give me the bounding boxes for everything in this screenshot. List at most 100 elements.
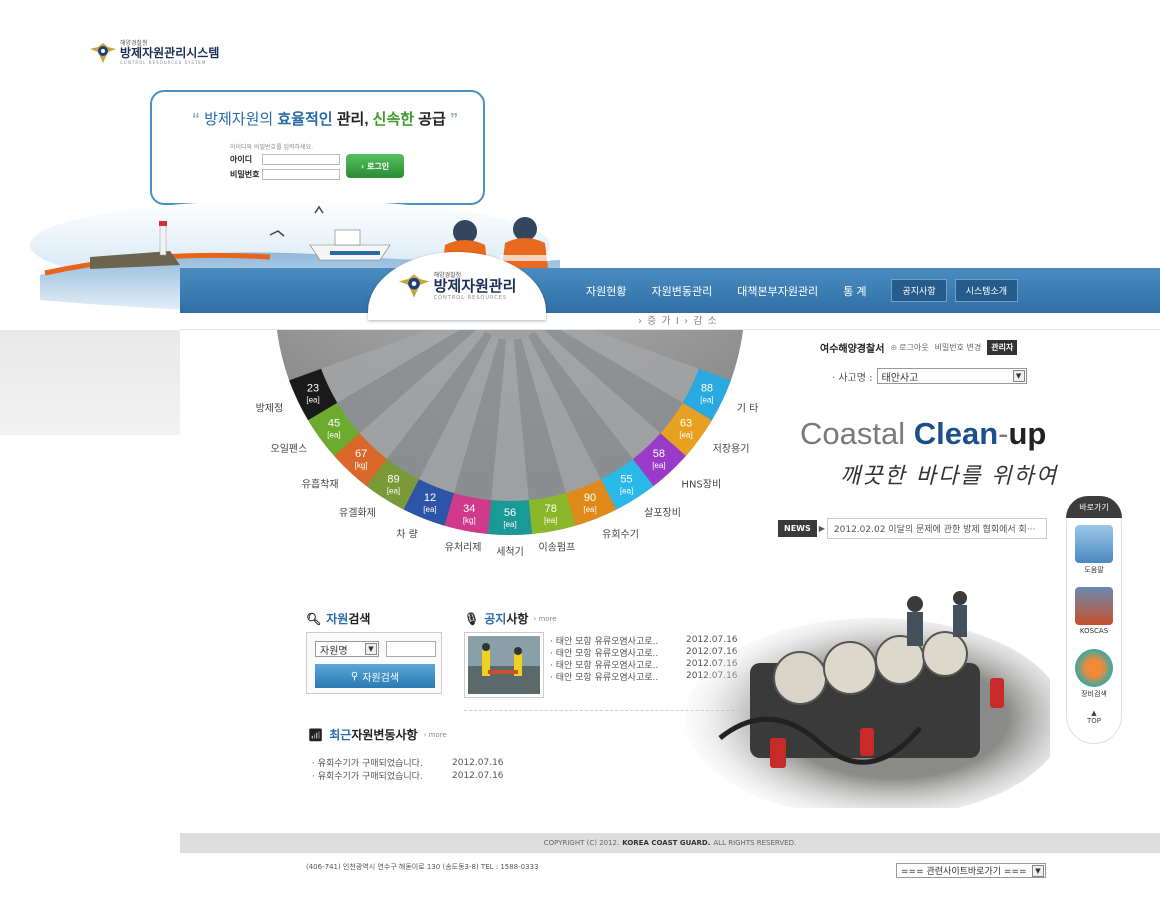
search-button-label: 자원검색 [362, 672, 400, 684]
top-button[interactable]: ▲ TOP [1067, 709, 1121, 725]
menu-resource-status[interactable]: 자원현황 [586, 283, 626, 299]
wheel-unit: [ea] [327, 431, 340, 440]
slogan-efficient: 효율적인 [277, 111, 333, 128]
menu-notice-pill[interactable]: 공지사항 [891, 279, 947, 302]
notice-title: 🎙︎ 공지사항 › more [464, 610, 557, 627]
wheel-value: 56 [504, 507, 516, 519]
list-item[interactable]: · 유회수기가 구매되었습니다. 2012.07.16 [312, 756, 504, 770]
wheel-unit: [ea] [503, 520, 516, 529]
wheel-unit: [kg] [463, 516, 476, 525]
login-hint: 아이디와 비밀번호를 입력하세요. [230, 144, 314, 151]
wheel-unit: [ea] [583, 505, 596, 514]
clean-word: Clean [913, 416, 999, 451]
recent-item-title[interactable]: · 유회수기가 구매되었습니다. [312, 769, 452, 782]
wheel-label[interactable]: 차 량 [396, 528, 418, 540]
recent-changes-title: 📶︎ 최근자원변동사항 › more [308, 726, 447, 743]
wheel-label[interactable]: 유회수기 [602, 528, 639, 540]
chevron-down-icon: ▼ [1032, 864, 1044, 877]
footer-bar: COPYRIGHT (C) 2012. KOREA COAST GUARD. A… [180, 833, 1160, 853]
main-logo-english: CONTROL RESOURCES [433, 294, 508, 301]
wheel-label[interactable]: 살포장비 [644, 507, 681, 519]
id-input[interactable] [262, 154, 340, 165]
login-logo[interactable]: 해양경찰청 방제자원관리시스템 CONTROL RESOURCES SYSTEM [90, 40, 219, 65]
wheel-label[interactable]: 저장용기 [713, 443, 750, 455]
up-word: up [1008, 416, 1047, 451]
incident-select[interactable]: 태안사고 ▼ [876, 368, 1027, 384]
login-button[interactable]: › 로그인 [346, 154, 404, 178]
play-icon: ▶ [818, 524, 825, 533]
password-input[interactable] [262, 169, 340, 180]
resource-wheel: 23[ea]방제정45[ea]오일펜스 67[kg]유흡착재 89[ea]유겔화제1… [256, 330, 759, 558]
notice-more-link[interactable]: › more [533, 615, 556, 623]
wheel-value: 58 [653, 448, 665, 460]
recent-title-hl: 최근 [329, 728, 352, 742]
wheel-value: 89 [387, 473, 399, 485]
notice-thumbnail[interactable] [464, 632, 544, 698]
login-logo-english: CONTROL RESOURCES SYSTEM [120, 60, 207, 65]
wheel-value: 88 [701, 382, 713, 394]
search-title-hl: 자원 [326, 612, 349, 626]
coast-guard-emblem-icon [90, 41, 116, 65]
search-input[interactable] [386, 641, 436, 657]
menu-hq-resource[interactable]: 대책본부자원관리 [737, 283, 818, 299]
login-logo-title: 방제자원관리시스템 [120, 46, 220, 60]
menu-statistics[interactable]: 통 계 [843, 283, 866, 299]
wheel-value: 12 [424, 492, 436, 504]
slogan-fast: 신속한 [372, 111, 415, 128]
resource-search-button[interactable]: ⚲ 자원검색 [315, 664, 435, 688]
top-label: TOP [1086, 717, 1101, 725]
subnav[interactable]: › 증 가 I › 감 소 [638, 312, 718, 327]
wheel-value: 34 [463, 503, 475, 515]
wheel-label[interactable]: 유겔화제 [339, 507, 376, 519]
main-logo-title: 방제자원관리 [433, 277, 517, 295]
wheel-label[interactable]: 유흡착재 [302, 477, 339, 490]
wheel-unit: [ea] [544, 516, 557, 525]
related-sites-select[interactable]: === 관련사이트바로가기 === ▼ [896, 863, 1046, 878]
copyright-org: KOREA COAST GUARD. [622, 839, 711, 847]
quick-menu-title: 바로가기 [1066, 496, 1122, 518]
main-screen: 해양경찰청 방제자원관리 CONTROL RESOURCES 자원현황 자원변동… [180, 252, 1160, 917]
wheel-label[interactable]: 세척기 [496, 546, 524, 558]
wheel-label[interactable]: 방제정 [256, 403, 284, 415]
oil-recovery-machine-photo [685, 591, 1050, 808]
news-ticker[interactable]: NEWS ▶ 2012.02.02 이달의 문제에 관한 방제 협회에서 회··… [778, 518, 1047, 539]
footer-address: (406-741) 인천광역시 연수구 해돋이로 130 (송도동3-8) TE… [306, 863, 539, 871]
equipment-search-icon [1075, 649, 1113, 687]
menu-resource-change[interactable]: 자원변동관리 [651, 283, 712, 299]
list-item[interactable]: · 유회수기가 구매되었습니다. 2012.07.16 [312, 769, 504, 783]
wheel-label[interactable]: 유처리제 [445, 542, 482, 554]
tagline: 깨끗한 바다를 위하여 [840, 464, 1059, 489]
recent-more-link[interactable]: › more [424, 731, 447, 739]
news-text[interactable]: 2012.02.02 이달의 문제에 관한 방제 협회에서 회··· [826, 518, 1047, 539]
menu-system-intro-pill[interactable]: 시스템소개 [954, 279, 1019, 302]
wheel-unit: [ea] [423, 505, 436, 514]
search-type-select[interactable]: 자원명 ▼ [315, 641, 379, 657]
quick-help[interactable]: 도움말 [1071, 525, 1117, 575]
search-title-rest: 검색 [348, 612, 371, 626]
slogan-part: 방제자원의 [204, 111, 278, 128]
wheel-unit: [ea] [652, 461, 665, 470]
wheel-label[interactable]: 이송펌프 [538, 542, 575, 554]
wheel-unit: [ea] [620, 486, 633, 495]
wheel-value: 78 [545, 503, 557, 515]
admin-badge[interactable]: 관리자 [987, 340, 1018, 355]
quick-equipment-label: 장비검색 [1081, 690, 1107, 698]
main-menu: 자원현황 자원변동관리 대책본부자원관리 통 계 공지사항 시스템소개 [586, 268, 1026, 313]
resource-search-title: 🔍︎ 자원검색 [306, 610, 370, 627]
wheel-label[interactable]: HNS장비 [681, 478, 721, 490]
wheel-label[interactable]: 오일펜스 [271, 443, 308, 455]
recent-item-date: 2012.07.16 [452, 757, 504, 768]
microphone-icon: 🎙︎ [464, 611, 480, 626]
quick-equipment-search[interactable]: 장비검색 [1071, 649, 1117, 699]
wheel-value: 55 [620, 473, 632, 485]
wheel-unit: [kg] [355, 461, 368, 470]
wheel-label[interactable]: 기 타 [737, 403, 759, 415]
recent-item-title[interactable]: · 유회수기가 구매되었습니다. [312, 756, 452, 769]
logout-icon[interactable]: ⊕ [890, 343, 897, 352]
pw-label: 비밀번호 [230, 170, 260, 179]
search-icon: 🔍︎ [306, 611, 322, 626]
change-password-link[interactable]: 비밀번호 변경 [935, 342, 982, 353]
quick-koscas[interactable]: KOSCAS [1071, 587, 1117, 635]
logout-link[interactable]: 로그아웃 [899, 342, 928, 353]
copyright-pre: COPYRIGHT (C) 2012. [543, 839, 620, 847]
